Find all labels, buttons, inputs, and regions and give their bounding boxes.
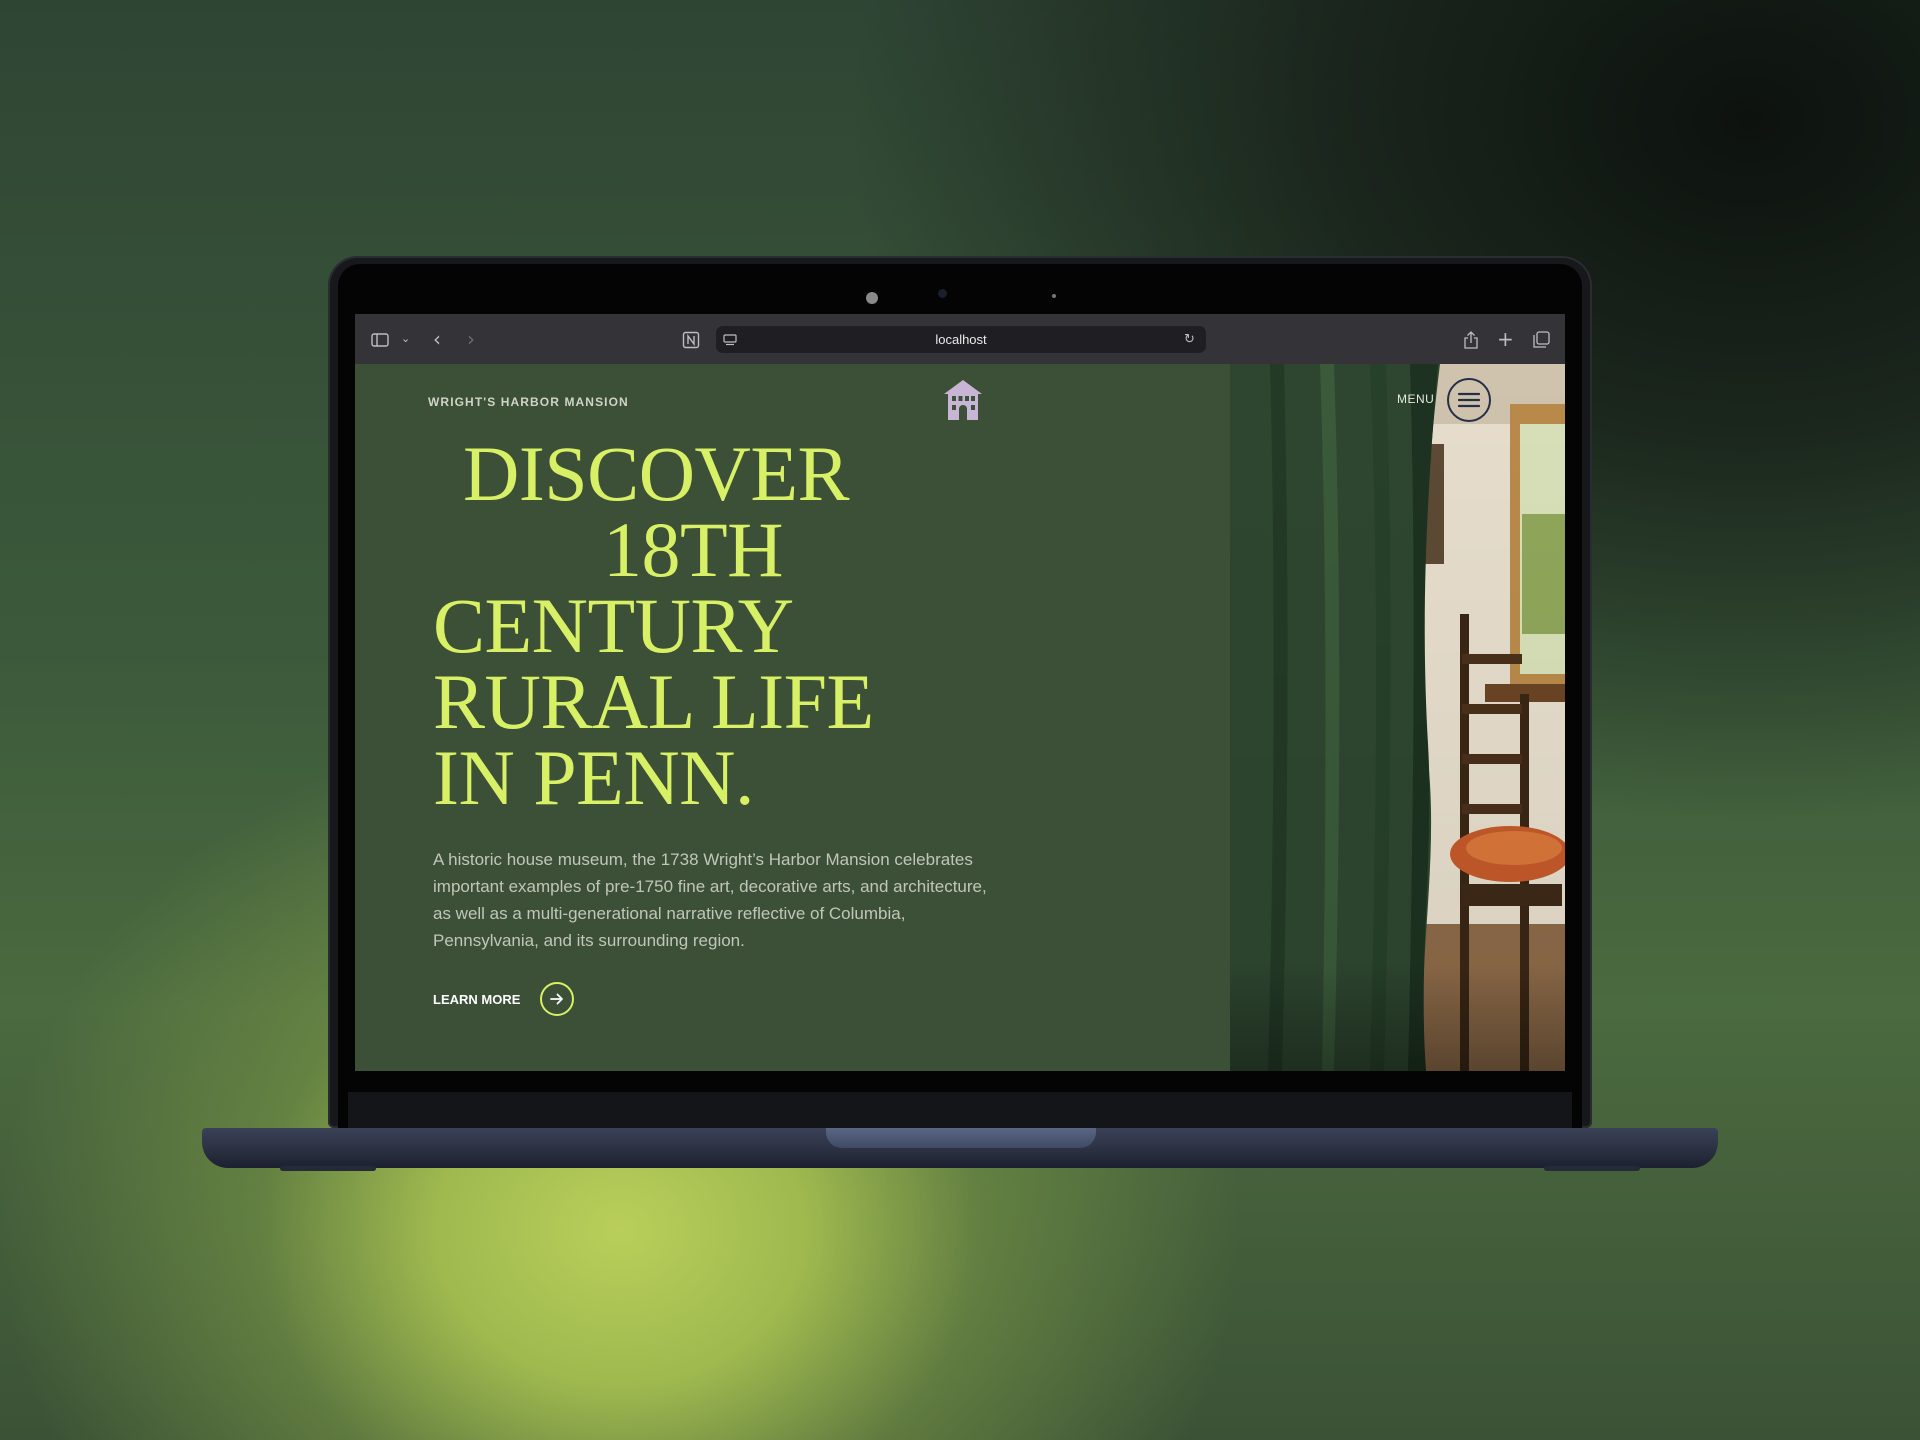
reload-icon[interactable]: ↻ xyxy=(1184,326,1195,353)
headline-line-1: DISCOVER xyxy=(463,430,850,517)
interior-curtain-chair-image xyxy=(1230,364,1565,1071)
laptop-opening-notch xyxy=(826,1128,1096,1148)
menu-label[interactable]: MENU xyxy=(1397,392,1434,406)
microphone-indicator-icon xyxy=(1052,294,1056,298)
chevron-down-icon[interactable]: ⌄ xyxy=(401,314,410,364)
notion-extension-icon[interactable] xyxy=(682,314,700,364)
learn-more-button[interactable]: LEARN MORE xyxy=(433,982,575,1016)
hamburger-icon xyxy=(1458,392,1480,408)
headline-line-3: CENTURY xyxy=(433,582,794,669)
arrow-right-icon[interactable] xyxy=(540,982,575,1016)
url-text[interactable]: localhost xyxy=(716,326,1206,353)
laptop-chin xyxy=(348,1092,1572,1128)
tabs-overview-icon[interactable] xyxy=(1533,314,1550,364)
laptop-foot-right xyxy=(1544,1166,1640,1171)
sidebar-icon[interactable] xyxy=(371,314,389,364)
address-bar[interactable]: localhost ↻ xyxy=(716,326,1206,353)
back-icon[interactable]: ‹ xyxy=(433,314,441,364)
browser-window: ⌄ ‹ › localhost ↻ + WRIGHT'S HARBOR MANS… xyxy=(355,314,1565,1071)
hero-description: A historic house museum, the 1738 Wright… xyxy=(433,850,987,950)
learn-more-label[interactable]: LEARN MORE xyxy=(433,992,520,1007)
headline-line-4: RURAL LIFE xyxy=(433,658,874,745)
menu-button[interactable] xyxy=(1447,378,1491,422)
forward-icon[interactable]: › xyxy=(467,314,475,364)
camera-privacy-icon xyxy=(866,292,878,304)
headline-line-2: 18TH xyxy=(603,506,783,593)
headline-line-5: IN PENN. xyxy=(433,734,755,821)
site-title[interactable]: WRIGHT'S HARBOR MANSION xyxy=(428,395,629,409)
hero-headline: DISCOVER 18TH CENTURY RURAL LIFE IN PENN… xyxy=(433,430,903,821)
camera-icon xyxy=(938,289,947,298)
share-icon[interactable] xyxy=(1463,314,1479,364)
hero-photo: MENU xyxy=(1230,364,1565,1071)
page-content: WRIGHT'S HARBOR MANSION DISCOVER 18TH CE… xyxy=(355,364,1565,1071)
new-tab-icon[interactable]: + xyxy=(1497,314,1514,364)
laptop-foot-left xyxy=(280,1166,376,1171)
house-icon[interactable] xyxy=(941,378,985,422)
browser-toolbar: ⌄ ‹ › localhost ↻ + xyxy=(355,314,1565,365)
